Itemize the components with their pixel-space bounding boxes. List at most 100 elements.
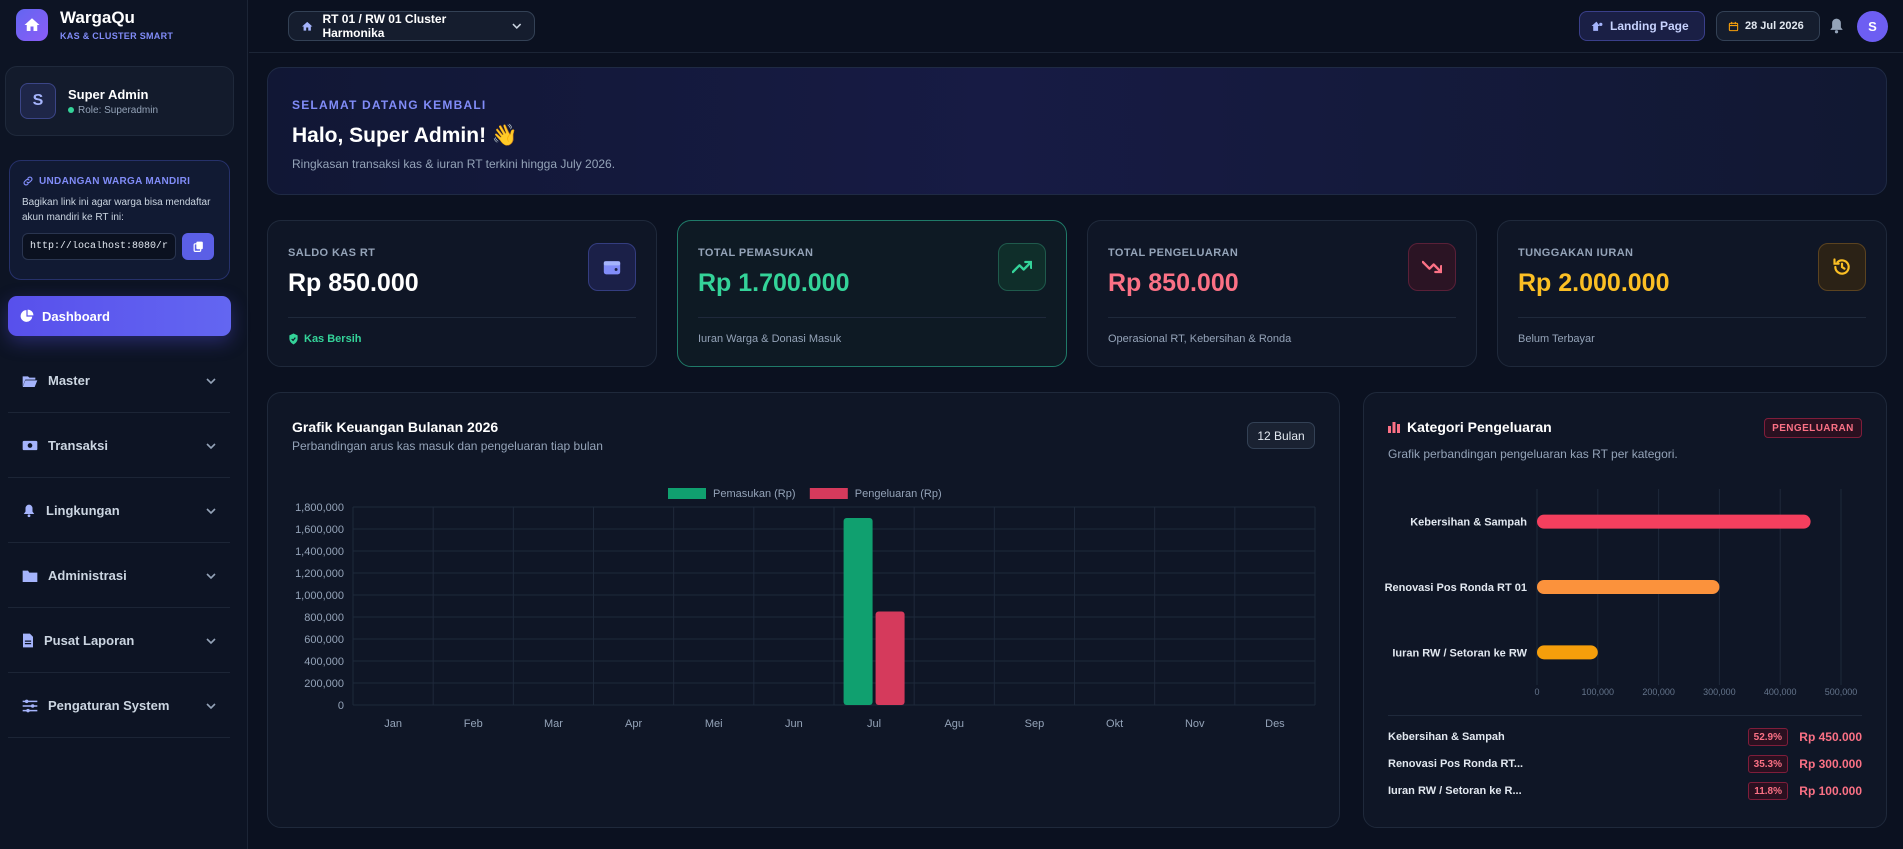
- brand[interactable]: WargaQu KAS & CLUSTER SMART: [16, 8, 173, 41]
- x-tick-label: Feb: [464, 718, 483, 730]
- category-label: Iuran RW / Setoran ke RW: [1392, 647, 1527, 659]
- category-bar-chart: 0 100,000 200,000 300,000 400,000 500,000 Kebe…: [1385, 489, 1858, 697]
- pie-chart-icon: [20, 309, 34, 322]
- stat-card-pemasukan: TOTAL PEMASUKAN Rp 1.700.000 Iuran Warga…: [677, 220, 1067, 367]
- user-avatar-button[interactable]: S: [1857, 11, 1888, 42]
- file-report-icon: [23, 633, 33, 648]
- user-role-text: Role: Superadmin: [78, 104, 159, 116]
- online-status-dot: [68, 107, 74, 113]
- welcome-kicker: SELAMAT DATANG KEMBALI: [292, 98, 487, 112]
- sidebar-item-transaksi[interactable]: Transaksi: [8, 414, 230, 478]
- bar: [1537, 580, 1720, 594]
- category-label: Renovasi Pos Ronda RT 01: [1385, 582, 1527, 594]
- y-tick-label: 1,400,000: [295, 546, 344, 558]
- x-tick-label: Nov: [1185, 718, 1205, 730]
- cluster-selector[interactable]: RT 01 / RW 01 Cluster Harmonika: [288, 11, 535, 41]
- notification-bell-icon[interactable]: [1829, 17, 1844, 37]
- sidebar-item-administrasi[interactable]: Administrasi: [8, 544, 230, 608]
- sidebar-item-label: Pusat Laporan: [44, 633, 135, 648]
- y-tick-label: 200,000: [304, 678, 344, 690]
- category-row: Iuran RW / Setoran ke R... 11.8% Rp 100.…: [1388, 780, 1862, 802]
- stat-foot: Belum Terbayar: [1518, 333, 1595, 345]
- category-label: Kebersihan & Sampah: [1410, 517, 1527, 529]
- topbar: RT 01 / RW 01 Cluster Harmonika Landing …: [249, 0, 1903, 53]
- chevron-down-icon: [206, 637, 216, 644]
- x-tick-label: Des: [1265, 718, 1285, 730]
- sidebar-item-pusat-laporan[interactable]: Pusat Laporan: [8, 609, 230, 673]
- landing-page-button[interactable]: Landing Page: [1579, 11, 1705, 41]
- y-tick-label: 400,000: [304, 656, 344, 668]
- sidebar-item-dashboard[interactable]: Dashboard: [8, 296, 231, 336]
- invite-link-input[interactable]: [22, 233, 176, 260]
- sliders-icon: [22, 699, 38, 712]
- invite-title: UNDANGAN WARGA MANDIRI: [22, 175, 217, 187]
- sidebar: WargaQu KAS & CLUSTER SMART S Super Admi…: [0, 0, 248, 849]
- x-tick-label: Apr: [625, 718, 642, 730]
- home-icon: [302, 21, 313, 31]
- category-name: Iuran RW / Setoran ke R...: [1388, 785, 1522, 797]
- chevron-down-icon: [206, 442, 216, 449]
- chevron-down-icon: [206, 507, 216, 514]
- x-tick-label: Sep: [1025, 718, 1045, 730]
- stat-value: Rp 1.700.000: [698, 269, 850, 297]
- link-icon: [23, 176, 33, 186]
- x-tick-label: 200,000: [1642, 687, 1675, 697]
- category-percent: 35.3%: [1747, 755, 1788, 773]
- money-icon: [22, 440, 38, 451]
- monthly-bar-chart: Pemasukan (Rp) Pengeluaran (Rp) 1,800,000 1…: [295, 488, 1316, 730]
- stat-card-pengeluaran: TOTAL PENGELUARAN Rp 850.000 Operasional…: [1087, 220, 1477, 367]
- sidebar-item-pengaturan-system[interactable]: Pengaturan System: [8, 674, 230, 738]
- legend-label: Pemasukan (Rp): [713, 488, 796, 500]
- stat-card-saldo: SALDO KAS RT Rp 850.000 Kas Bersih: [267, 220, 657, 367]
- x-tick-label: 300,000: [1703, 687, 1736, 697]
- chevron-down-icon: [512, 23, 522, 29]
- legend-swatch: [668, 488, 706, 499]
- home-user-icon: [1591, 21, 1603, 31]
- stat-value: Rp 850.000: [288, 269, 419, 297]
- landing-page-label: Landing Page: [1610, 19, 1689, 33]
- sidebar-item-label: Transaksi: [48, 438, 108, 453]
- sidebar-item-master[interactable]: Master: [8, 349, 230, 413]
- invite-card: UNDANGAN WARGA MANDIRI Bagikan link ini …: [9, 160, 230, 280]
- sidebar-item-lingkungan[interactable]: Lingkungan: [8, 479, 230, 543]
- trending-down-icon: [1408, 243, 1456, 291]
- category-amount: Rp 300.000: [1799, 757, 1862, 771]
- folder-open-icon: [22, 375, 38, 387]
- x-tick-label: Mei: [705, 718, 723, 730]
- x-tick-label: 400,000: [1764, 687, 1797, 697]
- stat-card-tunggakan: TUNGGAKAN IURAN Rp 2.000.000 Belum Terba…: [1497, 220, 1887, 367]
- copy-icon: [193, 241, 203, 252]
- folder-icon: [22, 570, 38, 582]
- trending-up-icon: [998, 243, 1046, 291]
- welcome-subtitle: Ringkasan transaksi kas & iuran RT terki…: [292, 157, 616, 171]
- x-tick-label: Mar: [544, 718, 563, 730]
- chevron-down-icon: [206, 702, 216, 709]
- bar: [875, 611, 905, 705]
- date-display: 28 Jul 2026: [1716, 11, 1820, 41]
- category-row: Renovasi Pos Ronda RT... 35.3% Rp 300.00…: [1388, 753, 1862, 775]
- x-tick-label: Agu: [944, 718, 964, 730]
- copy-link-button[interactable]: [182, 233, 214, 260]
- x-tick-label: 100,000: [1582, 687, 1615, 697]
- y-tick-label: 800,000: [304, 612, 344, 624]
- stat-foot: Operasional RT, Kebersihan & Ronda: [1108, 333, 1292, 345]
- x-tick-label: 0: [1534, 687, 1539, 697]
- welcome-banner: SELAMAT DATANG KEMBALI Halo, Super Admin…: [267, 67, 1887, 195]
- category-name: Kebersihan & Sampah: [1388, 731, 1505, 743]
- stat-label: SALDO KAS RT: [288, 247, 376, 259]
- stat-foot-text: Kas Bersih: [304, 333, 362, 345]
- stat-foot: Iuran Warga & Donasi Masuk: [698, 333, 842, 345]
- category-panel: Kategori Pengeluaran PENGELUARAN Grafik …: [1363, 392, 1887, 828]
- user-card[interactable]: S Super Admin Role: Superadmin: [5, 66, 234, 136]
- brand-subtitle: KAS & CLUSTER SMART: [60, 31, 174, 41]
- stat-label: TOTAL PEMASUKAN: [698, 247, 814, 259]
- welcome-title: Halo, Super Admin! 👋: [292, 124, 519, 147]
- category-row: Kebersihan & Sampah 52.9% Rp 450.000: [1388, 726, 1862, 748]
- stat-value: Rp 850.000: [1108, 269, 1239, 297]
- bar: [1537, 645, 1598, 660]
- y-tick-label: 1,000,000: [295, 590, 344, 602]
- bell-icon: [23, 504, 35, 518]
- home-icon: [16, 8, 48, 41]
- chevron-down-icon: [206, 377, 216, 384]
- x-tick-label: 500,000: [1825, 687, 1858, 697]
